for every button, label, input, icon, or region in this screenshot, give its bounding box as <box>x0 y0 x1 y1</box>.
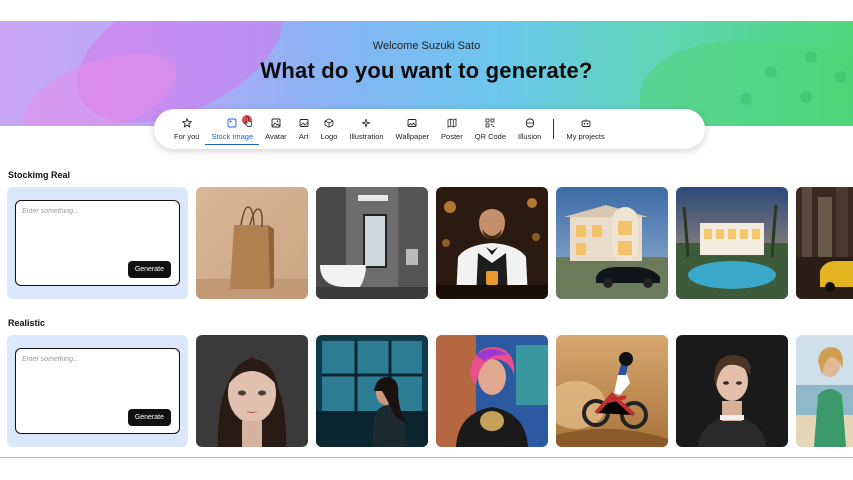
star-icon <box>181 117 192 128</box>
nav-item-label: For you <box>174 131 200 141</box>
prompt-box: Generate <box>15 348 180 434</box>
thumbnail-mansion-car[interactable] <box>556 187 668 299</box>
nav-item-label: Art <box>298 131 309 141</box>
image-beach-woman <box>796 335 853 447</box>
poster-icon <box>447 117 457 128</box>
nav-item-label: Illusion <box>518 131 542 141</box>
nav-item-avatar[interactable]: Avatar <box>259 109 293 149</box>
thumbnail-villa-pool[interactable] <box>676 187 788 299</box>
section-title: Realistic <box>8 318 46 328</box>
sparkle-icon <box>362 118 371 127</box>
section-title: Stockimg Real <box>8 170 71 180</box>
image-motocross <box>556 335 668 447</box>
art-icon <box>299 118 309 127</box>
thumbnail-short-hair-woman[interactable] <box>676 335 788 447</box>
page-divider <box>0 457 853 458</box>
image-bartender <box>436 187 548 299</box>
nav-item-label: Logo <box>320 131 338 141</box>
nav-item-label: Avatar <box>265 131 287 141</box>
nav-item-label: Stock Image <box>211 131 254 141</box>
prompt-input[interactable] <box>22 356 172 363</box>
generate-button[interactable]: Generate <box>127 409 171 426</box>
nav-item-label: My projects <box>566 131 605 141</box>
thumbnail-beach-woman[interactable] <box>796 335 853 447</box>
image-short-hair-woman <box>676 335 788 447</box>
nav-item-my-projects[interactable]: My projects <box>560 109 610 149</box>
nav-item-art[interactable]: Art <box>293 109 315 149</box>
prompt-input[interactable] <box>22 208 172 215</box>
image-city-taxi <box>796 187 853 299</box>
nav-item-illusion[interactable]: Illusion <box>512 109 547 149</box>
thumbnail-pink-hair-woman[interactable] <box>436 335 548 447</box>
thumbnail-city-taxi[interactable] <box>796 187 853 299</box>
image-woman-window <box>316 335 428 447</box>
nav-item-poster[interactable]: Poster <box>435 109 469 149</box>
nav-item-label: Poster <box>441 131 463 141</box>
nav-item-label: Illustration <box>349 131 384 141</box>
prompt-box: Generate <box>15 200 180 286</box>
nav-item-logo[interactable]: Logo <box>315 109 344 149</box>
qr-code-icon <box>485 118 495 127</box>
image-paper-bag <box>196 187 308 299</box>
image-pink-hair-woman <box>436 335 548 447</box>
thumbnail-bartender[interactable] <box>436 187 548 299</box>
nav-item-label: QR Code <box>474 131 506 141</box>
thumbnail-paper-bag[interactable] <box>196 187 308 299</box>
wallpaper-icon <box>407 118 417 127</box>
image-portrait-woman <box>196 335 308 447</box>
paw-icon <box>800 91 812 103</box>
page-title: What do you want to generate? <box>260 58 593 83</box>
illusion-icon <box>525 118 534 127</box>
image-bathroom <box>316 187 428 299</box>
prompt-card: Generate <box>7 187 188 299</box>
generate-button[interactable]: Generate <box>127 261 171 278</box>
stock-image-icon <box>227 118 237 127</box>
thumbnail-motocross[interactable] <box>556 335 668 447</box>
projects-icon <box>581 118 590 127</box>
welcome-text: Welcome Suzuki Sato <box>372 40 481 52</box>
pointer-cursor-icon <box>242 115 252 127</box>
nav-item-for-you[interactable]: For you <box>168 109 205 149</box>
nav-item-illustration[interactable]: Illustration <box>343 109 389 149</box>
logo-icon <box>324 117 334 128</box>
thumbnail-portrait-woman[interactable] <box>196 335 308 447</box>
nav-divider <box>553 119 555 139</box>
image-villa-pool <box>676 187 788 299</box>
image-mansion-car <box>556 187 668 299</box>
paw-icon <box>740 93 752 105</box>
nav-item-wallpaper[interactable]: Wallpaper <box>390 109 436 149</box>
nav-item-qr-code[interactable]: QR Code <box>469 109 512 149</box>
thumbnail-woman-window[interactable] <box>316 335 428 447</box>
category-nav: For you Stock Image Avatar Art Logo Illu… <box>154 109 705 149</box>
nav-item-label: Wallpaper <box>395 131 430 141</box>
prompt-card: Generate <box>7 335 188 447</box>
thumbnail-bathroom[interactable] <box>316 187 428 299</box>
avatar-icon <box>271 118 281 127</box>
